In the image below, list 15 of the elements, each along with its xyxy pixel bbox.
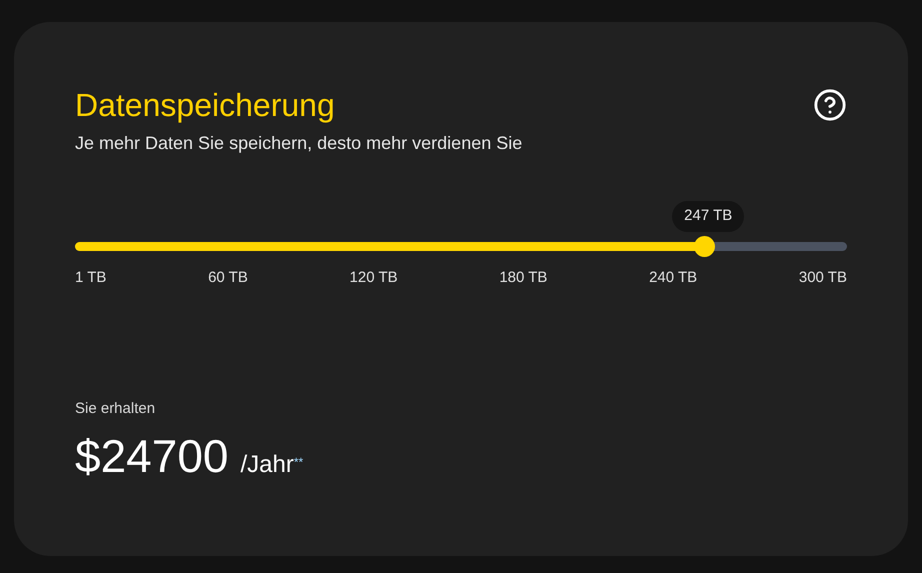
slider-track[interactable] bbox=[75, 242, 847, 251]
card-title: Datenspeicherung bbox=[75, 86, 335, 124]
card-subtitle: Je mehr Daten Sie speichern, desto mehr verdienen Sie bbox=[75, 132, 524, 155]
tick-label: 180 TB bbox=[499, 268, 548, 288]
earnings-amount: $24700 bbox=[75, 429, 228, 484]
help-icon[interactable] bbox=[813, 88, 847, 122]
tick-label: 60 TB bbox=[208, 268, 248, 288]
tick-label: 1 TB bbox=[75, 268, 106, 288]
tick-label: 120 TB bbox=[350, 268, 398, 288]
earnings-period: /Jahr$^{**}$ bbox=[240, 450, 304, 480]
tick-label: 240 TB bbox=[649, 268, 698, 288]
slider-thumb[interactable] bbox=[694, 236, 716, 257]
tick-label: 300 TB bbox=[798, 268, 847, 288]
earnings-label: Sie erhalten bbox=[75, 398, 156, 418]
value-tooltip: 247 TB bbox=[672, 201, 744, 232]
